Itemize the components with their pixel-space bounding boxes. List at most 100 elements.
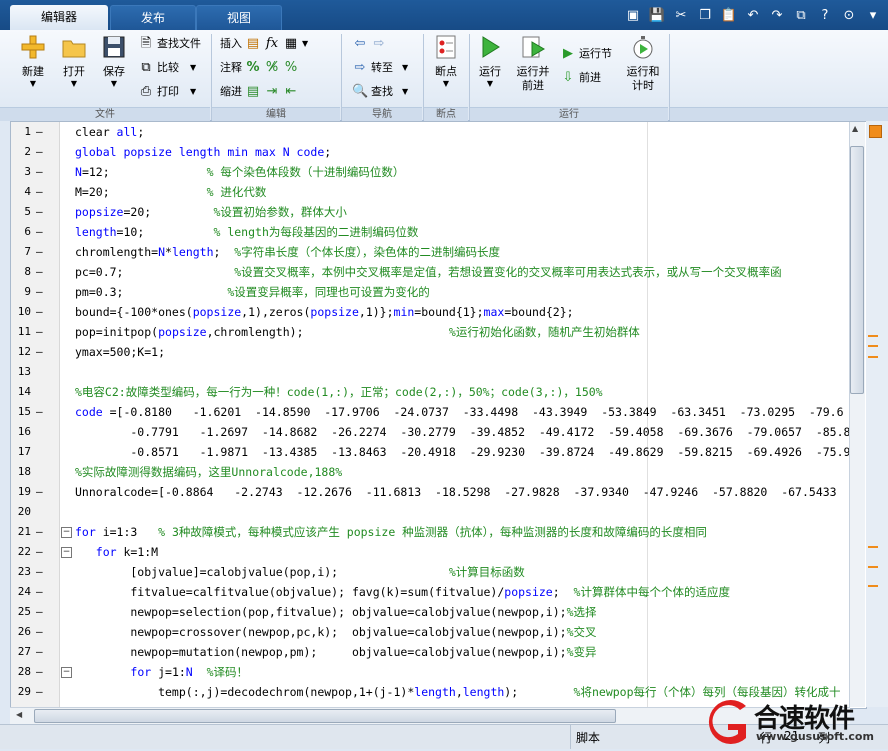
code-line[interactable]: pop=initpop(popsize,chromlength); %运行初始化…	[75, 322, 640, 342]
code-line[interactable]: %电容C2:故障类型编码，每一行为一种！code(1,:)，正常；code(2,…	[75, 382, 603, 402]
undo-icon[interactable]: ↶	[742, 4, 764, 26]
help-icon[interactable]: ?	[814, 4, 836, 26]
run-and-time-button[interactable]: 运行和 计时	[622, 34, 664, 93]
breakpoint-slot[interactable]: –	[36, 325, 43, 338]
save-icon[interactable]: 💾	[646, 4, 668, 26]
breakpoint-slot[interactable]: –	[36, 245, 43, 258]
tab-editor[interactable]: 编辑器	[10, 5, 108, 30]
tab-publish[interactable]: 发布	[110, 5, 196, 31]
insert-button[interactable]: 插入 ▤ fx ▦ ▼	[220, 34, 308, 54]
breakpoint-slot[interactable]: –	[36, 625, 43, 638]
breakpoint-slot[interactable]: –	[36, 305, 43, 318]
compare-button[interactable]: ⧉ 比较 ▼	[138, 58, 196, 78]
code-line[interactable]: ymax=500;K=1;	[75, 342, 165, 362]
code-line[interactable]: pc=0.7; %设置交叉概率，本例中交叉概率是定值，若想设置变化的交叉概率可用…	[75, 262, 782, 282]
menu-arrow-icon[interactable]: ▾	[862, 4, 884, 26]
breakpoint-slot[interactable]: –	[36, 225, 43, 238]
run-button[interactable]: 运行 ▼	[474, 34, 506, 89]
code-token: N	[158, 245, 166, 259]
tab-view[interactable]: 视图	[196, 5, 282, 31]
warning-marker[interactable]	[868, 566, 878, 568]
code-line[interactable]: M=20; % 进化代数	[75, 182, 266, 202]
breakpoints-button[interactable]: 断点 ▼	[428, 34, 464, 89]
warning-marker[interactable]	[868, 335, 878, 337]
breakpoint-slot[interactable]: –	[36, 125, 43, 138]
warning-marker[interactable]	[868, 546, 878, 548]
code-line[interactable]: newpop=mutation(newpop,pm); objvalue=cal…	[75, 642, 596, 662]
breakpoint-slot[interactable]: –	[36, 345, 43, 358]
breakpoint-slot[interactable]: –	[36, 665, 43, 678]
breakpoint-slot[interactable]: –	[36, 525, 43, 538]
breakpoint-slot[interactable]: –	[36, 285, 43, 298]
run-and-advance-button[interactable]: 运行并 前进	[512, 34, 554, 93]
scroll-left-icon[interactable]: ◀	[16, 710, 22, 719]
breakpoint-slot[interactable]: –	[36, 405, 43, 418]
code-line[interactable]: [objvalue]=calobjvalue(pop,i); %计算目标函数	[75, 562, 524, 582]
copy-icon[interactable]: ❐	[694, 4, 716, 26]
indent-button[interactable]: 缩进 ▤ ⇥ ⇤	[220, 82, 299, 102]
goto-button[interactable]: ⇨ 转至 ▼	[352, 58, 409, 78]
code-line[interactable]: %实际故障测得数据编码，这里Unnoralcode,188%	[75, 462, 342, 482]
breakpoint-slot[interactable]: –	[36, 485, 43, 498]
warning-marker[interactable]	[868, 345, 878, 347]
code-token: %译码！	[206, 665, 249, 679]
advance-button[interactable]: ⇩ 前进	[560, 68, 601, 88]
cut-icon[interactable]: ✂	[670, 4, 692, 26]
code-line[interactable]: for k=1:M	[75, 542, 158, 562]
dock-icon[interactable]: ▣	[622, 4, 644, 26]
breakpoint-slot[interactable]: –	[36, 545, 43, 558]
code-line[interactable]: popsize=20; %设置初始参数，群体大小	[75, 202, 347, 222]
fold-toggle-icon[interactable]: −	[61, 667, 72, 678]
minimize-ribbon-icon[interactable]: ⊙	[838, 4, 860, 26]
print-button[interactable]: ⎙ 打印 ▼	[138, 82, 196, 102]
code-line[interactable]: newpop=selection(pop,fitvalue); objvalue…	[75, 602, 596, 622]
code-line[interactable]: chromlength=N*length; %字符串长度（个体长度），染色体的二…	[75, 242, 500, 262]
code-line[interactable]: -0.7791 -1.2697 -14.8682 -26.2274 -30.27…	[75, 422, 849, 442]
breakpoint-slot[interactable]: –	[36, 185, 43, 198]
code-line[interactable]: N=12; % 每个染色体段数（十进制编码位数）	[75, 162, 404, 182]
code-line[interactable]: Unnoralcode=[-0.8864 -2.2743 -12.2676 -1…	[75, 482, 837, 502]
breakpoint-slot[interactable]: –	[36, 165, 43, 178]
breakpoint-slot[interactable]: –	[36, 265, 43, 278]
code-token: ;	[324, 145, 332, 159]
save-button[interactable]: 保存 ▼	[96, 34, 132, 89]
breakpoint-slot[interactable]: –	[36, 565, 43, 578]
paste-icon[interactable]: 📋	[718, 4, 740, 26]
code-line[interactable]: for i=1:3 % 3种故障模式，每种模式应该产生 popsize 种监测器…	[75, 522, 707, 542]
breakpoint-slot[interactable]: –	[36, 145, 43, 158]
breakpoint-slot[interactable]: –	[36, 205, 43, 218]
warning-marker[interactable]	[868, 356, 878, 358]
breakpoint-slot[interactable]: –	[36, 585, 43, 598]
find-file-button[interactable]: 🗎 查找文件	[138, 34, 201, 54]
breakpoint-slot[interactable]: –	[36, 605, 43, 618]
new-button[interactable]: 新建 ▼	[14, 34, 52, 89]
warning-marker[interactable]	[868, 585, 878, 587]
horizontal-scroll-thumb[interactable]	[34, 709, 616, 723]
switch-window-icon[interactable]: ⧉	[790, 4, 812, 26]
code-line[interactable]: fitvalue=calfitvalue(objvalue); favg(k)=…	[75, 582, 730, 602]
breakpoint-slot[interactable]: –	[36, 645, 43, 658]
code-line[interactable]: global popsize length min max N code;	[75, 142, 331, 162]
code-line[interactable]: code =[-0.8180 -1.6201 -14.8590 -17.9706…	[75, 402, 844, 422]
code-line[interactable]: pm=0.3; %设置变异概率，同理也可设置为变化的	[75, 282, 430, 302]
fold-toggle-icon[interactable]: −	[61, 527, 72, 538]
code-area[interactable]: clear all; global popsize length min max …	[59, 122, 849, 708]
open-button[interactable]: 打开 ▼	[56, 34, 92, 89]
code-line[interactable]: length=10; % length为每段基因的二进制编码位数	[75, 222, 418, 242]
scroll-up-icon[interactable]: ▲	[852, 124, 858, 133]
run-section-button[interactable]: ▶ 运行节	[560, 44, 612, 64]
code-line[interactable]: clear all;	[75, 122, 144, 142]
code-line[interactable]: newpop=crossover(newpop,pc,k); objvalue=…	[75, 622, 596, 642]
warning-status-indicator[interactable]	[869, 125, 882, 138]
code-line[interactable]: for j=1:N %译码！	[75, 662, 248, 682]
back-forward-buttons[interactable]: ⇦ ⇨	[352, 34, 387, 54]
code-line[interactable]: -0.8571 -1.9871 -13.4385 -13.8463 -20.49…	[75, 442, 849, 462]
comment-button[interactable]: 注释% %̸%	[220, 58, 299, 78]
code-line[interactable]: bound={-100*ones(popsize,1),zeros(popsiz…	[75, 302, 574, 322]
code-editor[interactable]: 1–2–3–4–5–6–7–8–9–10–11–12–13 14 15–16 17 18…	[10, 121, 867, 709]
find-button[interactable]: 🔍 查找 ▼	[352, 82, 408, 102]
redo-icon[interactable]: ↷	[766, 4, 788, 26]
fold-toggle-icon[interactable]: −	[61, 547, 72, 558]
vertical-scroll-thumb[interactable]	[850, 146, 864, 394]
breakpoint-slot[interactable]: –	[36, 685, 43, 698]
